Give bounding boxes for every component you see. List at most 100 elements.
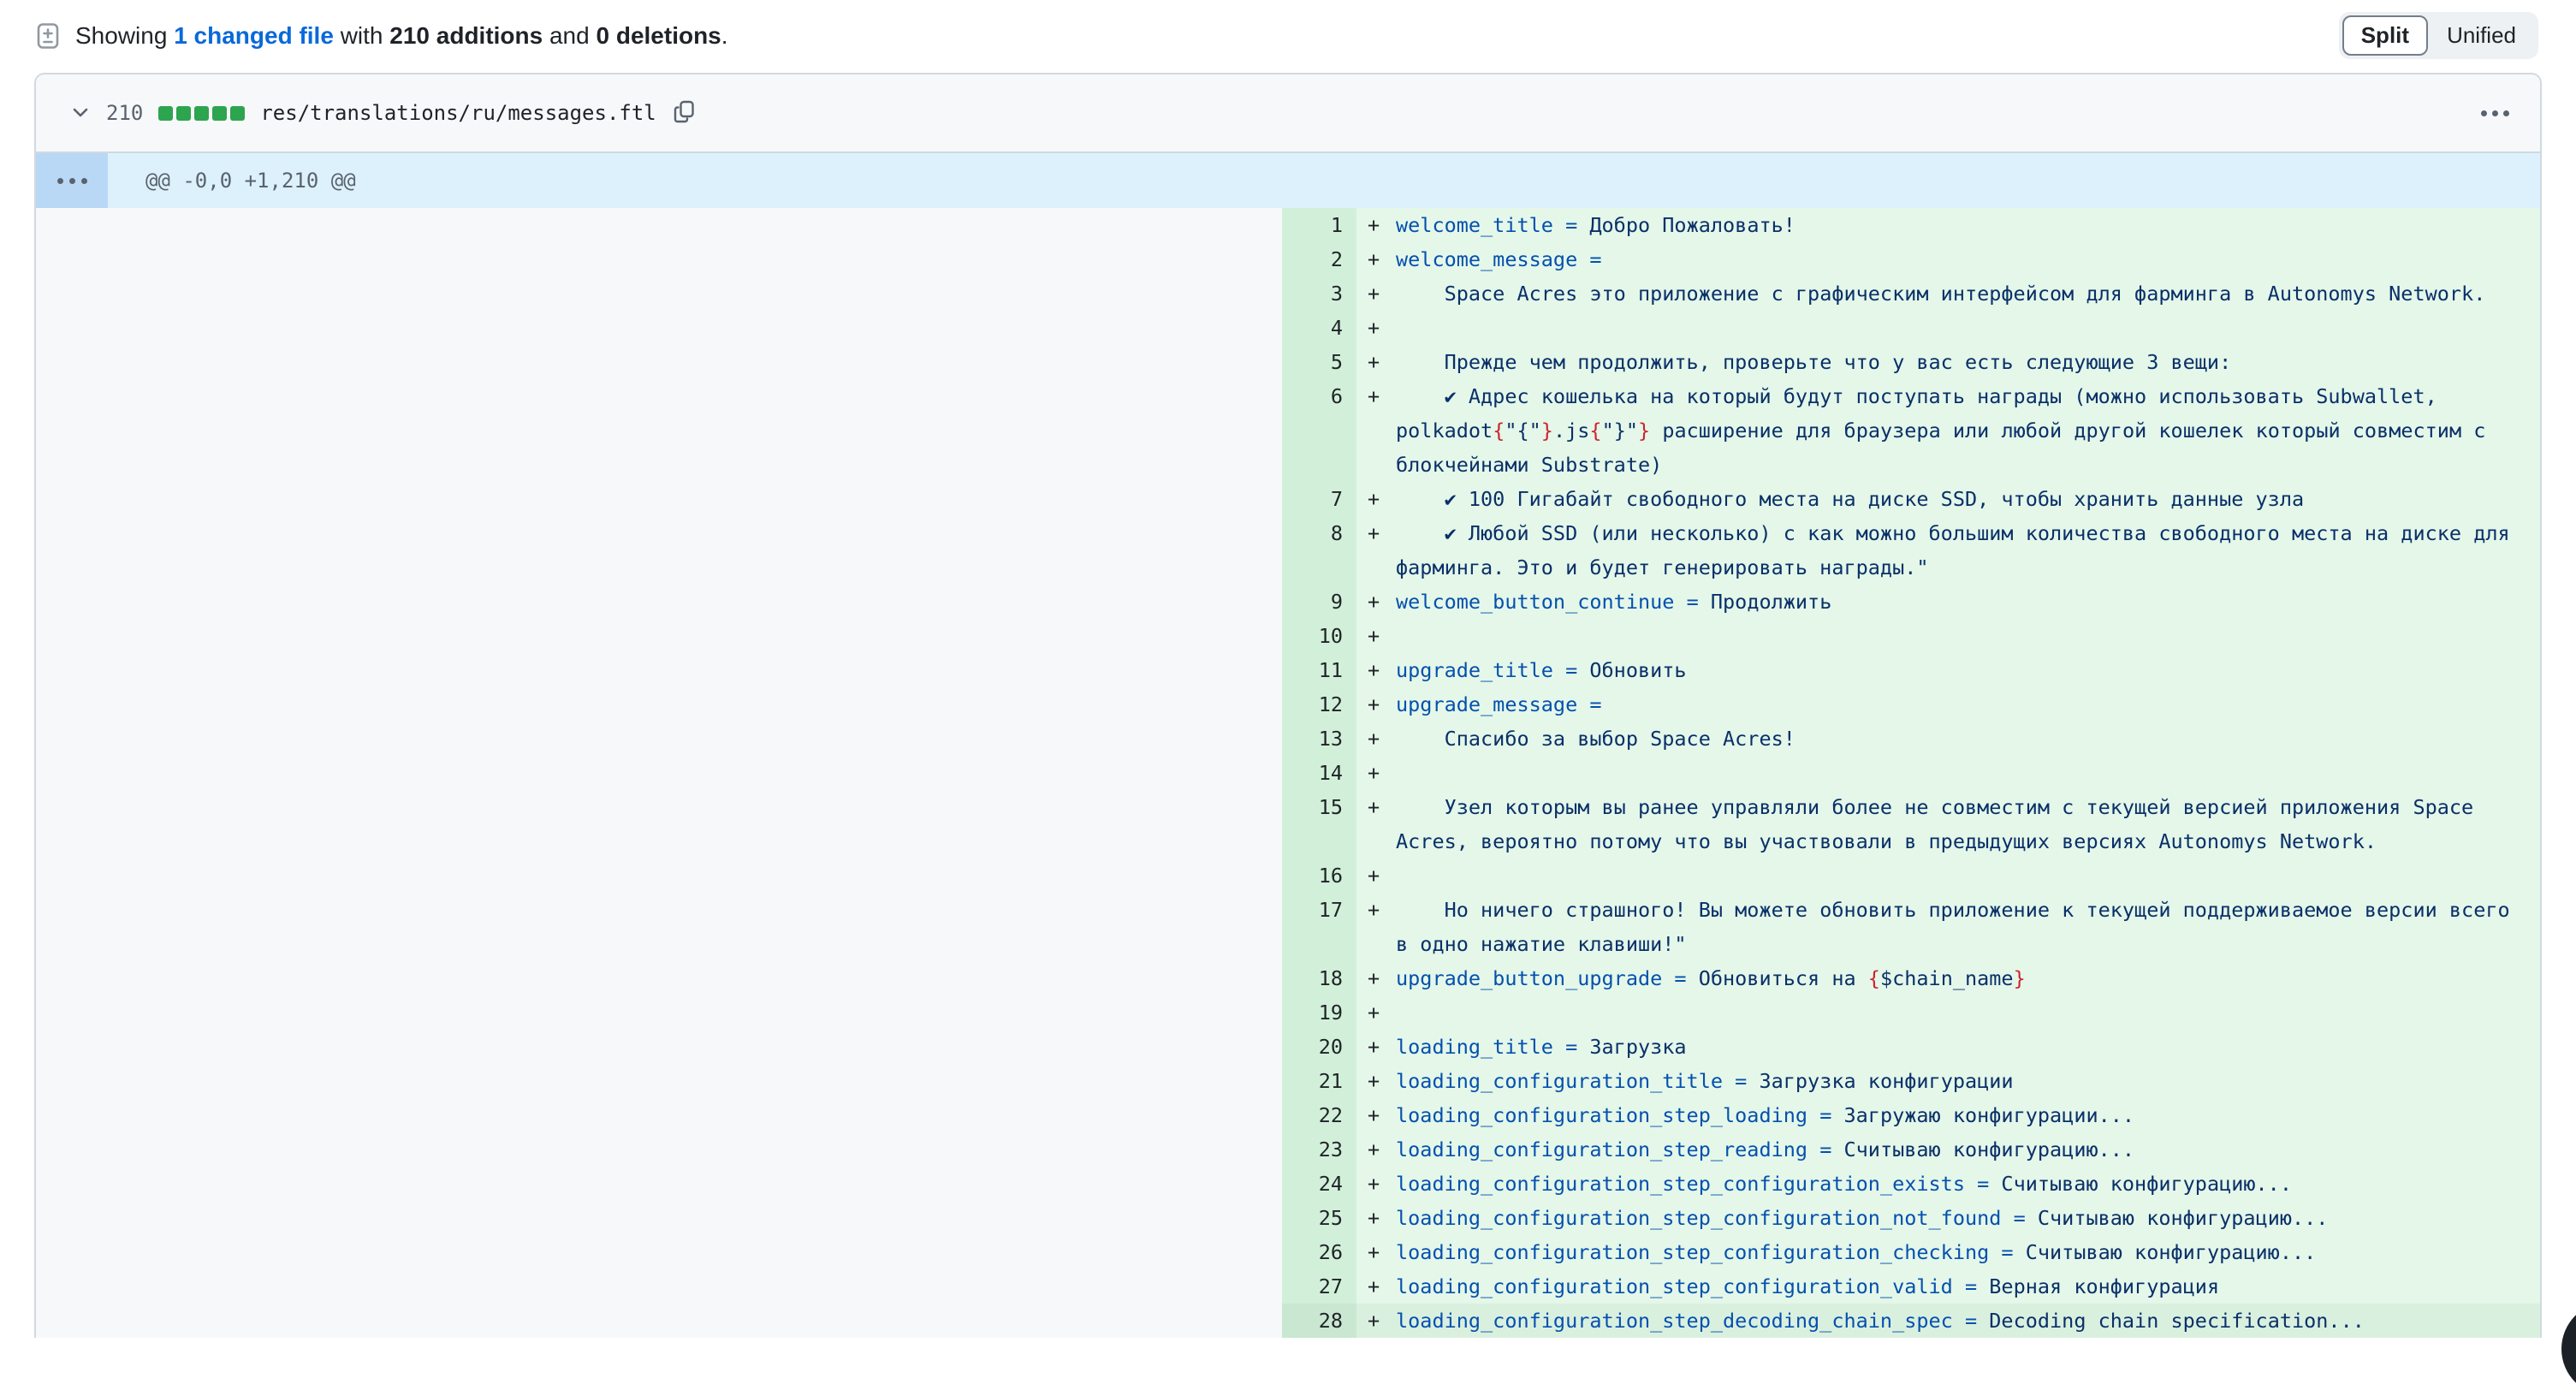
addition-marker: + xyxy=(1368,1167,1380,1201)
addition-marker: + xyxy=(1368,790,1380,824)
line-number[interactable]: 24 xyxy=(1282,1167,1356,1201)
expand-hunk-button[interactable] xyxy=(36,153,108,208)
code-token-str: Загрузка xyxy=(1589,1035,1686,1059)
diff-row: 3+ Space Acres это приложение с графичес… xyxy=(36,276,2540,311)
line-number[interactable]: 6 xyxy=(1282,379,1356,482)
line-number[interactable]: 8 xyxy=(1282,516,1356,585)
line-number[interactable]: 21 xyxy=(1282,1064,1356,1098)
diffstat-blocks xyxy=(158,106,245,121)
line-number[interactable]: 5 xyxy=(1282,345,1356,379)
addition-code-cell: + Спасибо за выбор Space Acres! xyxy=(1356,722,2540,756)
code-token-op: = xyxy=(1662,966,1698,990)
addition-code-cell: + Space Acres это приложение с графическ… xyxy=(1356,276,2540,311)
addition-marker: + xyxy=(1368,722,1380,756)
empty-old-side-cell xyxy=(36,722,1282,756)
line-number[interactable]: 27 xyxy=(1282,1269,1356,1304)
additions-count: 210 additions xyxy=(389,22,543,49)
empty-old-side-cell xyxy=(36,1064,1282,1098)
line-number[interactable]: 3 xyxy=(1282,276,1356,311)
code-token-key: loading_configuration_step_configuration… xyxy=(1396,1240,1989,1264)
diffstat-addition-block xyxy=(230,106,245,121)
line-number[interactable]: 12 xyxy=(1282,687,1356,722)
line-number[interactable]: 2 xyxy=(1282,242,1356,276)
diff-row: 17+ Но ничего страшного! Вы можете обнов… xyxy=(36,893,2540,961)
diff-row: 28+loading_configuration_step_decoding_c… xyxy=(36,1304,2540,1338)
changed-files-link[interactable]: 1 changed file xyxy=(174,22,334,49)
code-token-key: upgrade_title xyxy=(1396,658,1553,682)
diff-row: 8+ ✔ Любой SSD (или несколько) с как мож… xyxy=(36,516,2540,585)
addition-code-cell: +loading_configuration_step_configuratio… xyxy=(1356,1201,2540,1235)
line-number[interactable]: 18 xyxy=(1282,961,1356,995)
diff-row: 23+loading_configuration_step_reading = … xyxy=(36,1132,2540,1167)
diff-row: 13+ Спасибо за выбор Space Acres! xyxy=(36,722,2540,756)
code-token-str: "{" xyxy=(1505,419,1540,443)
file-diff-icon xyxy=(34,22,62,50)
code-token-str: ✔ Любой SSD (или несколько) с как можно … xyxy=(1396,521,2522,579)
addition-code-cell: +loading_title = Загрузка xyxy=(1356,1030,2540,1064)
empty-old-side-cell xyxy=(36,242,1282,276)
kebab-dot xyxy=(2503,110,2509,116)
line-number[interactable]: 11 xyxy=(1282,653,1356,687)
line-number[interactable]: 14 xyxy=(1282,756,1356,790)
empty-old-side-cell xyxy=(36,619,1282,653)
line-number[interactable]: 28 xyxy=(1282,1304,1356,1338)
empty-old-side-cell xyxy=(36,756,1282,790)
line-number[interactable]: 23 xyxy=(1282,1132,1356,1167)
code-token-brace: { xyxy=(1493,419,1505,443)
empty-old-side-cell xyxy=(36,653,1282,687)
addition-marker: + xyxy=(1368,619,1380,653)
code-token-str: Загрузка конфигурации xyxy=(1759,1069,2013,1093)
addition-code-cell: + Узел которым вы ранее управляли более … xyxy=(1356,790,2540,858)
line-number[interactable]: 4 xyxy=(1282,311,1356,345)
line-number[interactable]: 13 xyxy=(1282,722,1356,756)
summary-text: Showing 1 changed file with 210 addition… xyxy=(75,22,728,50)
code-token-op: = xyxy=(1953,1274,1989,1298)
code-token-str: Decoding chain specification... xyxy=(1989,1309,2365,1333)
diff-row: 1+welcome_title = Добро Пожаловать! xyxy=(36,208,2540,242)
addition-marker: + xyxy=(1368,242,1380,276)
line-number[interactable]: 22 xyxy=(1282,1098,1356,1132)
floating-corner-button[interactable] xyxy=(2561,1302,2576,1396)
deletions-count: 0 deletions xyxy=(596,22,721,49)
unified-view-button[interactable]: Unified xyxy=(2428,15,2535,56)
hunk-row: @@ -0,0 +1,210 @@ xyxy=(36,153,2540,208)
copy-path-button[interactable] xyxy=(672,99,697,128)
code-token-key: loading_configuration_step_configuration… xyxy=(1396,1206,2001,1230)
diff-row: 26+loading_configuration_step_configurat… xyxy=(36,1235,2540,1269)
code-token-str: Верная конфигурация xyxy=(1989,1274,2219,1298)
line-number[interactable]: 19 xyxy=(1282,995,1356,1030)
line-number[interactable]: 20 xyxy=(1282,1030,1356,1064)
collapse-file-button[interactable] xyxy=(70,102,91,125)
line-number[interactable]: 1 xyxy=(1282,208,1356,242)
empty-old-side-cell xyxy=(36,858,1282,893)
line-number[interactable]: 9 xyxy=(1282,585,1356,619)
empty-old-side-cell xyxy=(36,687,1282,722)
code-token-op: = xyxy=(1553,213,1589,237)
addition-marker: + xyxy=(1368,379,1380,413)
addition-code-cell: + ✔ Любой SSD (или несколько) с как можн… xyxy=(1356,516,2540,585)
line-number[interactable]: 15 xyxy=(1282,790,1356,858)
split-view-button[interactable]: Split xyxy=(2342,15,2428,56)
addition-code-cell: +loading_configuration_step_configuratio… xyxy=(1356,1235,2540,1269)
diff-body: 1+welcome_title = Добро Пожаловать!2 +wel… xyxy=(36,208,2540,1338)
line-number[interactable]: 10 xyxy=(1282,619,1356,653)
line-number[interactable]: 16 xyxy=(1282,858,1356,893)
addition-marker: + xyxy=(1368,1064,1380,1098)
file-header: 210 res/translations/ru/messages.ftl xyxy=(36,74,2540,153)
file-path-link[interactable]: res/translations/ru/messages.ftl xyxy=(260,101,656,125)
diff-row: 10 + xyxy=(36,619,2540,653)
code-token-op: = xyxy=(1807,1138,1843,1161)
empty-old-side-cell xyxy=(36,379,1282,482)
addition-code-cell: +welcome_button_continue = Продолжить xyxy=(1356,585,2540,619)
file-options-button[interactable] xyxy=(2476,102,2514,125)
line-number[interactable]: 26 xyxy=(1282,1235,1356,1269)
code-token-brace: } xyxy=(1541,419,1553,443)
line-number[interactable]: 7 xyxy=(1282,482,1356,516)
diff-row: 15+ Узел которым вы ранее управляли боле… xyxy=(36,790,2540,858)
code-token-key: loading_configuration_step_configuration… xyxy=(1396,1274,1953,1298)
addition-code-cell: +loading_configuration_title = Загрузка … xyxy=(1356,1064,2540,1098)
code-token-str: "}" xyxy=(1602,419,1638,443)
line-number[interactable]: 25 xyxy=(1282,1201,1356,1235)
line-number[interactable]: 17 xyxy=(1282,893,1356,961)
code-token-key: loading_configuration_step_reading xyxy=(1396,1138,1807,1161)
